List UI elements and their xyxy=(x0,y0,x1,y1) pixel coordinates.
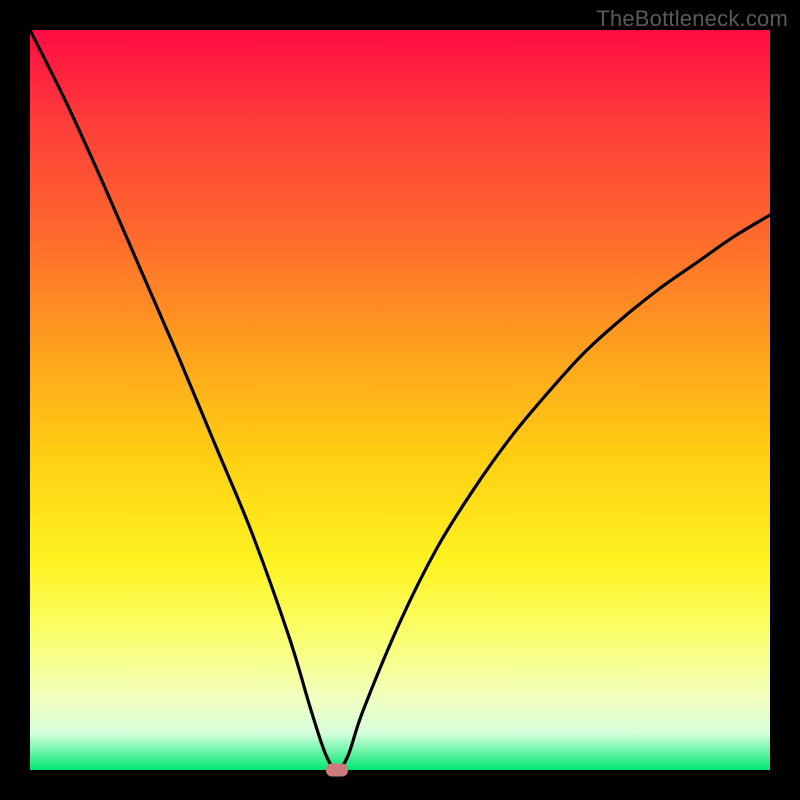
chart-frame: TheBottleneck.com xyxy=(0,0,800,800)
watermark-text: TheBottleneck.com xyxy=(596,6,788,32)
minimum-marker xyxy=(326,764,348,777)
bottleneck-curve xyxy=(30,30,770,770)
plot-area xyxy=(30,30,770,770)
